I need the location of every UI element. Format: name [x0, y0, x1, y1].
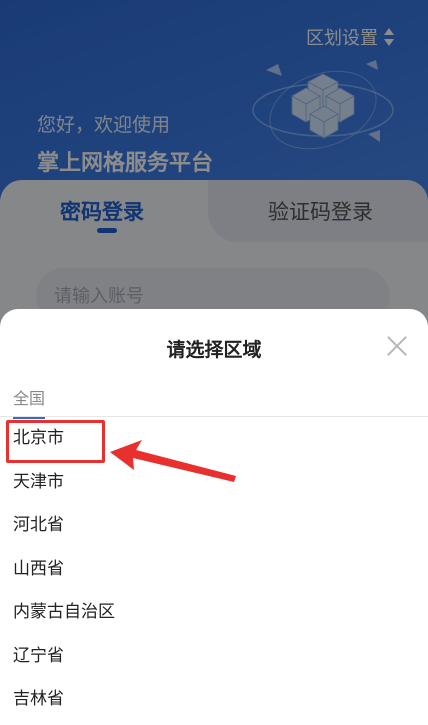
region-item-shanxi[interactable]: 山西省: [0, 548, 428, 592]
close-icon[interactable]: [386, 335, 408, 357]
region-item-jilin[interactable]: 吉林省: [0, 678, 428, 722]
highlight-box: [6, 420, 105, 463]
region-item-hebei[interactable]: 河北省: [0, 504, 428, 548]
red-arrow-icon: [110, 440, 236, 482]
region-item-liaoning[interactable]: 辽宁省: [0, 635, 428, 679]
region-item-inner-mongolia[interactable]: 内蒙古自治区: [0, 591, 428, 635]
tab-nationwide[interactable]: 全国: [13, 385, 46, 419]
sheet-title: 请选择区域: [166, 339, 262, 361]
region-picker-sheet: 请选择区域 全国 北京市 天津市 河北省 山西省 内蒙古自治区 辽宁省 吉林省: [0, 309, 428, 725]
